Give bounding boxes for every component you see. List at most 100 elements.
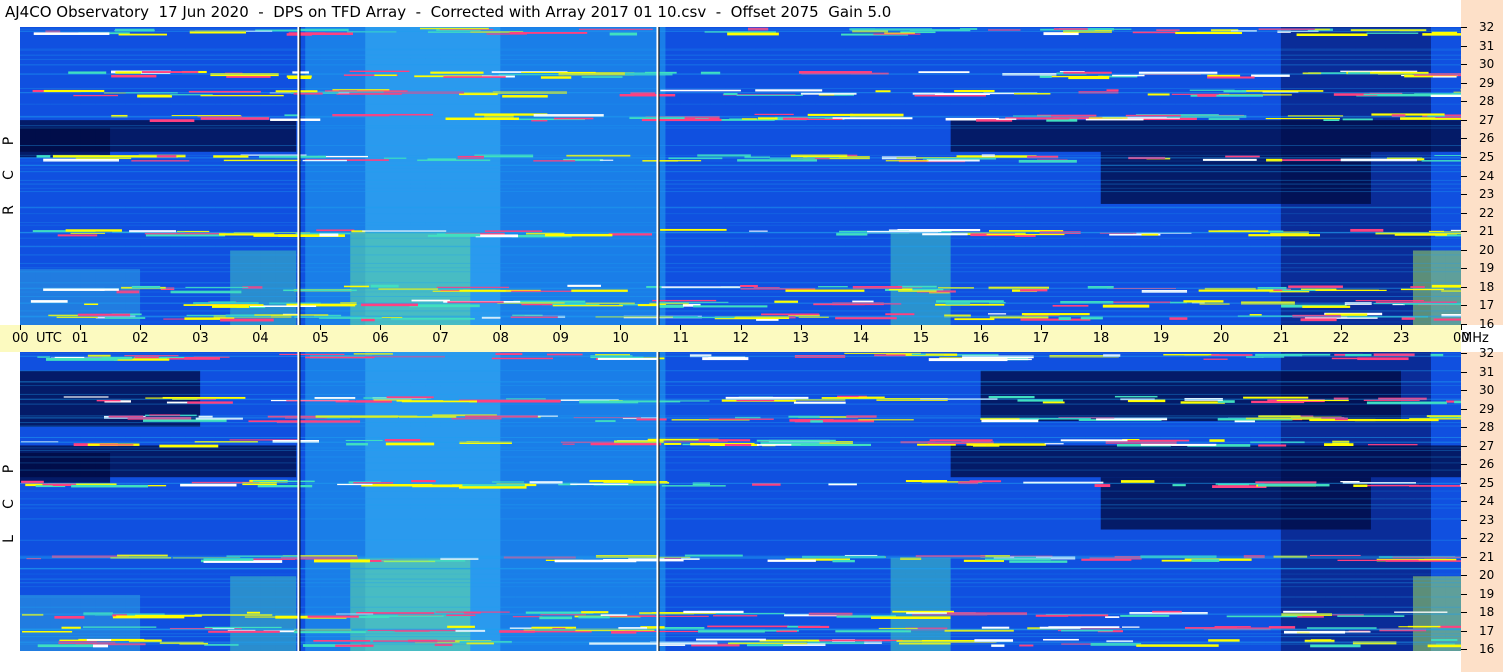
noise-line bbox=[20, 49, 1461, 51]
noise-line bbox=[20, 447, 1461, 449]
interference-line bbox=[20, 613, 1461, 615]
noise-line bbox=[20, 385, 1461, 387]
interference-streak bbox=[1248, 234, 1320, 237]
interference-streak bbox=[1208, 118, 1240, 120]
interference-streak bbox=[436, 233, 481, 237]
background-column bbox=[695, 27, 712, 325]
noise-line bbox=[20, 370, 1461, 372]
interference-streak bbox=[491, 357, 554, 360]
interference-streak bbox=[509, 31, 588, 34]
time-tick bbox=[1280, 325, 1282, 330]
interference-streak bbox=[1367, 444, 1418, 446]
dropout-shadow bbox=[299, 27, 301, 325]
interference-streak bbox=[180, 483, 237, 487]
time-tick bbox=[860, 325, 862, 330]
interference-streak bbox=[727, 32, 779, 36]
noise-line bbox=[20, 393, 1461, 395]
freq-tick bbox=[1461, 194, 1467, 196]
interference-streak bbox=[1350, 228, 1384, 232]
time-tick-label: 19 bbox=[1152, 331, 1170, 346]
interference-streak bbox=[1035, 614, 1069, 617]
interference-streak bbox=[1243, 396, 1309, 399]
interference-streak bbox=[1431, 284, 1461, 288]
rcp-frequency-axis: 32 31 30 29 28 27 26 25 24 23 22 21 20 19 18 17 16 bbox=[1461, 0, 1503, 330]
freq-tick-label: 28 bbox=[1479, 94, 1495, 109]
lcp-spectrogram bbox=[20, 352, 1461, 651]
time-tick bbox=[20, 325, 21, 330]
interference-streak bbox=[381, 560, 466, 562]
time-tick bbox=[80, 325, 82, 330]
background-column bbox=[305, 352, 322, 651]
interference-line bbox=[20, 302, 1461, 304]
interference-streak bbox=[798, 625, 830, 629]
noise-line bbox=[20, 168, 1461, 170]
utc-unit-label: UTC bbox=[36, 331, 62, 346]
freq-tick bbox=[1461, 353, 1467, 354]
freq-tick bbox=[1461, 630, 1467, 632]
lcp-frequency-axis: 32 31 30 29 28 27 26 25 24 23 22 21 20 19 18 17 16 bbox=[1461, 347, 1503, 672]
interference-streak bbox=[1342, 118, 1373, 121]
interference-streak bbox=[52, 484, 71, 487]
freq-tick-label: 31 bbox=[1479, 364, 1495, 379]
freq-tick-label: 20 bbox=[1479, 568, 1495, 582]
interference-streak bbox=[293, 631, 366, 634]
interference-streak bbox=[581, 611, 609, 614]
background-column bbox=[575, 27, 592, 325]
background-column bbox=[215, 352, 232, 651]
freq-tick-label: 29 bbox=[1479, 75, 1495, 90]
time-tick-label: 17 bbox=[1032, 331, 1050, 346]
time-tick-label: 07 bbox=[432, 331, 449, 346]
interference-streak bbox=[492, 481, 525, 483]
noise-line bbox=[20, 381, 1461, 383]
interference-streak bbox=[316, 229, 355, 232]
interference-streak bbox=[292, 71, 309, 74]
interference-streak bbox=[211, 305, 250, 308]
interference-streak bbox=[581, 76, 623, 78]
noise-line bbox=[20, 207, 1461, 209]
interference-streak bbox=[1063, 71, 1112, 74]
interference-streak bbox=[776, 630, 798, 633]
freq-tick bbox=[1461, 82, 1467, 84]
noise-line bbox=[20, 557, 1461, 559]
interference-streak bbox=[660, 228, 727, 231]
rcp-letter-p: P bbox=[1, 136, 17, 146]
background-column bbox=[485, 352, 502, 651]
freq-tick-label: 21 bbox=[1479, 224, 1495, 239]
time-tick bbox=[1160, 325, 1162, 330]
dropout-shadow bbox=[658, 352, 660, 651]
interference-streak bbox=[590, 442, 662, 446]
interference-streak bbox=[870, 616, 951, 620]
interference-streak bbox=[307, 615, 359, 618]
time-tick-label: 02 bbox=[132, 331, 149, 346]
interference-streak bbox=[996, 118, 1017, 120]
freq-tick-label: 17 bbox=[1479, 298, 1495, 313]
background-column bbox=[575, 352, 592, 651]
interference-streak bbox=[1363, 399, 1420, 401]
time-tick bbox=[1340, 325, 1342, 330]
interference-streak bbox=[1112, 74, 1145, 77]
interference-streak bbox=[544, 233, 613, 237]
interference-streak bbox=[659, 304, 684, 308]
background-column bbox=[815, 352, 832, 651]
interference-streak bbox=[83, 626, 157, 628]
background-column bbox=[710, 27, 727, 325]
interference-streak bbox=[1191, 559, 1220, 562]
noise-line bbox=[20, 498, 1461, 500]
time-tick-label: 10 bbox=[612, 331, 629, 346]
time-axis: 00 UTC 01 02 03 04 05 06 07 08 09 10 11 12 13 14 15 16 17 1… bbox=[0, 325, 1470, 352]
interference-streak bbox=[65, 229, 122, 232]
interference-streak bbox=[246, 611, 261, 614]
freq-tick-label: 25 bbox=[1479, 149, 1495, 164]
noise-line bbox=[20, 232, 1461, 234]
interference-streak bbox=[319, 233, 339, 237]
freq-tick bbox=[1461, 249, 1467, 251]
interference-streak bbox=[693, 305, 768, 308]
freq-tick-label: 16 bbox=[1479, 317, 1495, 331]
interference-streak bbox=[1120, 615, 1170, 617]
interference-streak bbox=[1251, 74, 1290, 77]
freq-tick bbox=[1461, 231, 1467, 233]
freq-tick-label: 19 bbox=[1479, 261, 1495, 276]
quiet-region bbox=[20, 127, 111, 158]
noise-line bbox=[20, 262, 1461, 264]
time-tick-label: 03 bbox=[192, 331, 209, 346]
